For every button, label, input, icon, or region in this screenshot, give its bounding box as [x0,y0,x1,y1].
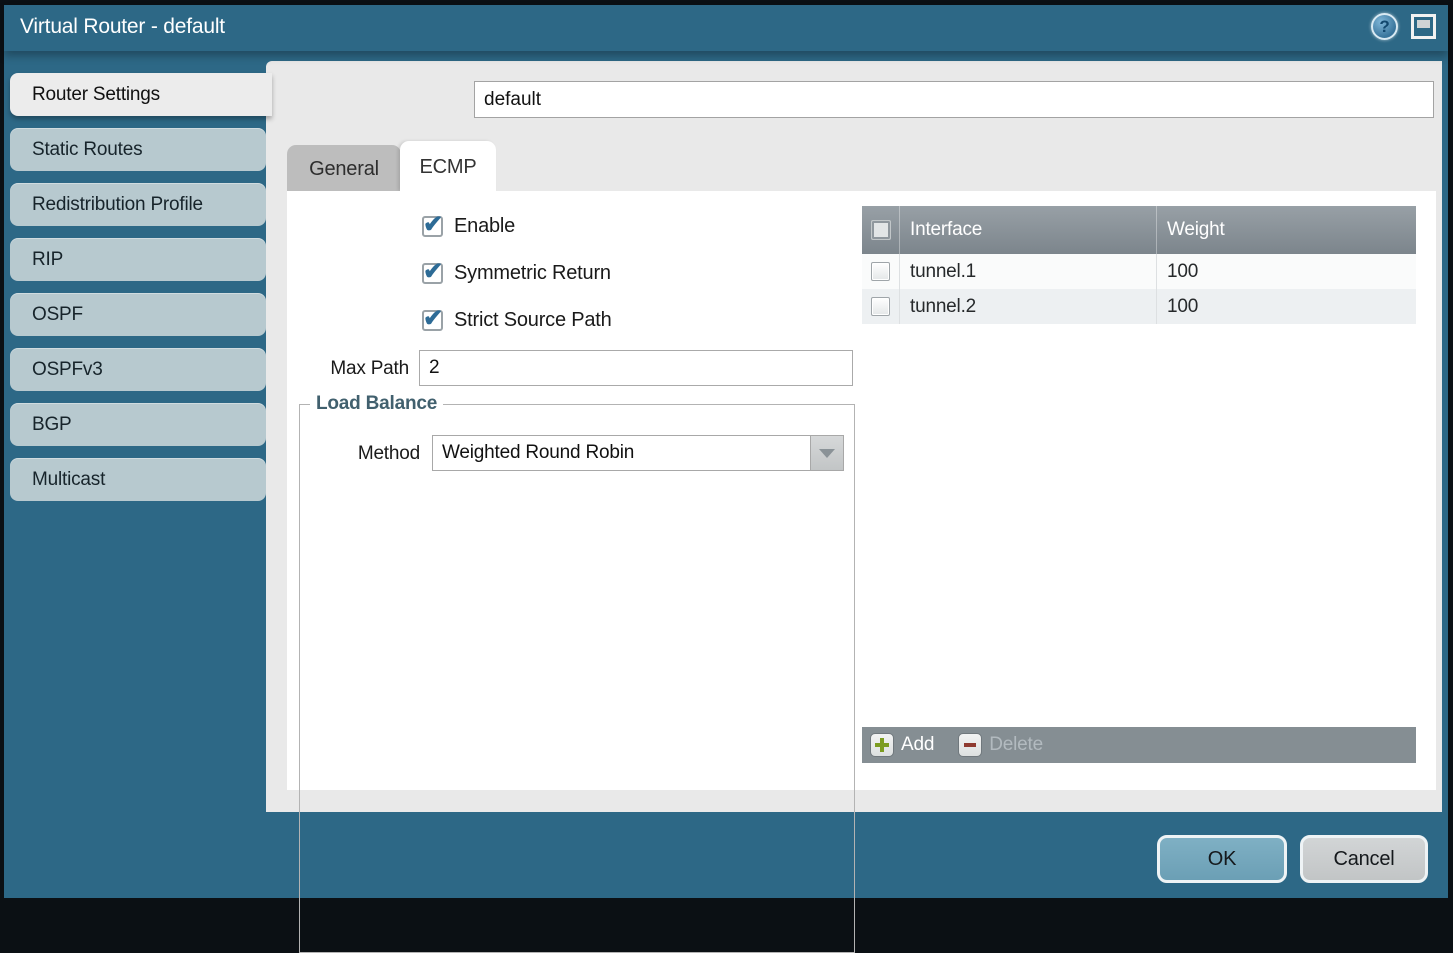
symmetric-return-checkbox[interactable] [422,263,443,284]
dialog-title: Virtual Router - default [20,15,225,39]
ecmp-tab-page: ✔ Enable ✔ Symmetric Return ✔ Strict Sou… [287,191,1436,790]
delete-button[interactable]: Delete [958,733,1043,757]
titlebar: Virtual Router - default ? [4,5,1448,51]
add-button-label: Add [901,734,934,756]
symmetric-return-label: Symmetric Return [454,262,611,285]
sidebar-item-ospfv3[interactable]: OSPFv3 [10,348,266,391]
sidebar-item-static-routes[interactable]: Static Routes [10,128,266,171]
sidebar: Router Settings Static Routes Redistribu… [4,67,270,898]
cancel-button[interactable]: Cancel [1300,835,1428,883]
ok-button[interactable]: OK [1157,835,1287,883]
delete-button-label: Delete [989,734,1043,756]
row-checkbox-cell [862,289,900,324]
header-checkbox-cell [862,206,900,254]
enable-checkbox[interactable] [422,216,443,237]
delete-icon [958,733,982,757]
weight-cell: 100 [1157,289,1416,324]
method-selected-value: Weighted Round Robin [442,442,634,464]
chevron-down-icon [819,449,835,458]
interface-cell: tunnel.2 [900,289,1157,324]
row-checkbox-cell [862,254,900,289]
method-dropdown-button[interactable] [810,436,843,470]
sidebar-item-redistribution-profile[interactable]: Redistribution Profile [10,183,266,226]
method-dropdown[interactable]: Weighted Round Robin [432,435,844,471]
interface-column-header[interactable]: Interface [900,206,1157,254]
window-restore-icon[interactable] [1411,14,1436,39]
name-input[interactable] [474,81,1434,118]
strict-source-path-label: Strict Source Path [454,309,612,332]
sidebar-item-bgp[interactable]: BGP [10,403,266,446]
interface-cell: tunnel.1 [900,254,1157,289]
method-label: Method [297,443,420,465]
max-path-input[interactable] [419,350,853,386]
table-header: Interface Weight [862,206,1416,254]
weight-cell: 100 [1157,254,1416,289]
table-footer: Add Delete [862,727,1416,763]
strict-source-path-checkbox[interactable] [422,310,443,331]
table-row[interactable]: tunnel.1 100 [862,254,1416,289]
select-all-checkbox[interactable] [871,220,891,240]
row-checkbox[interactable] [871,262,890,281]
content-panel: Name General ECMP ✔ Enable ✔ Symmetric R… [266,61,1442,812]
table-body: tunnel.1 100 tunnel.2 100 [862,254,1416,727]
sidebar-item-rip[interactable]: RIP [10,238,266,281]
max-path-label: Max Path [287,358,409,380]
tab-ecmp[interactable]: ECMP [400,141,496,191]
interface-table: Interface Weight tunnel.1 100 [862,206,1416,763]
virtual-router-dialog: Virtual Router - default ? Router Settin… [4,5,1448,898]
sidebar-item-router-settings[interactable]: Router Settings [10,73,272,116]
load-balance-fieldset: Load Balance [299,393,855,953]
add-icon [870,733,894,757]
table-row[interactable]: tunnel.2 100 [862,289,1416,324]
tab-general[interactable]: General [287,145,401,191]
sidebar-item-multicast[interactable]: Multicast [10,458,266,501]
load-balance-legend: Load Balance [310,393,443,415]
enable-label: Enable [454,215,515,238]
sidebar-item-ospf[interactable]: OSPF [10,293,266,336]
help-icon[interactable]: ? [1371,13,1398,40]
weight-column-header[interactable]: Weight [1157,206,1416,254]
add-button[interactable]: Add [870,733,934,757]
row-checkbox[interactable] [871,297,890,316]
